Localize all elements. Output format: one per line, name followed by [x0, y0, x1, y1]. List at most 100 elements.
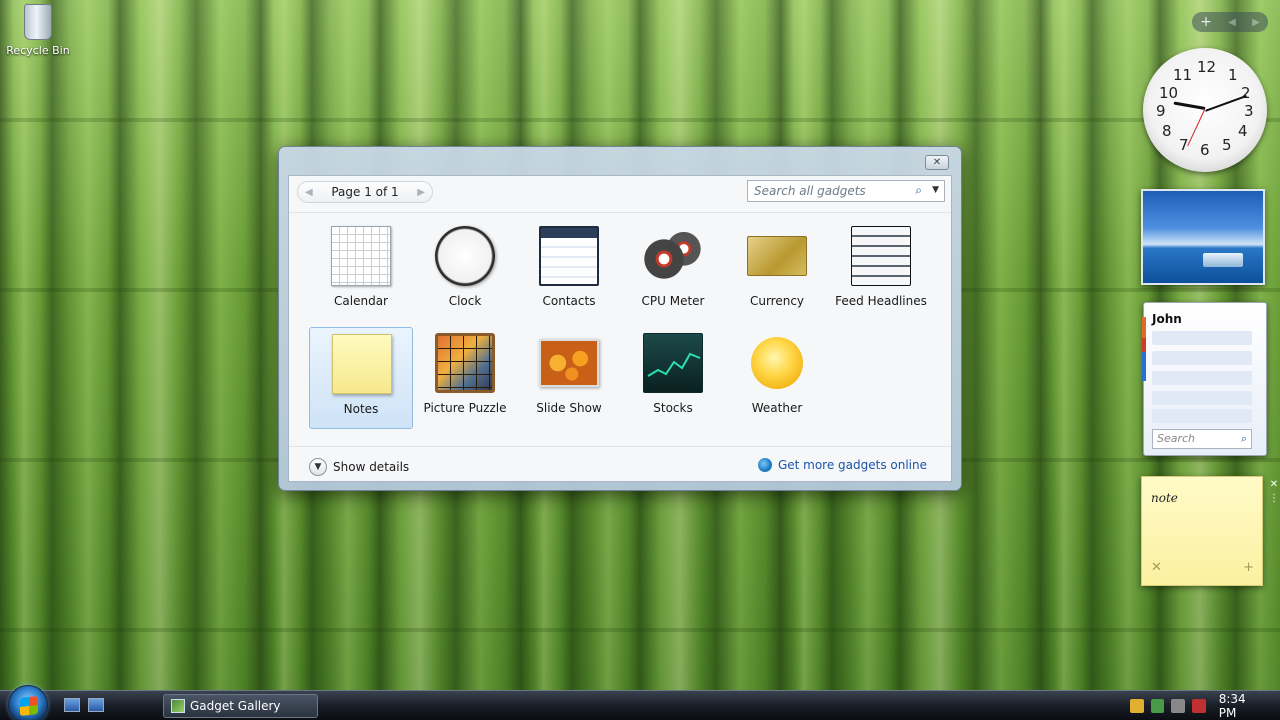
clock-number: 6	[1200, 141, 1210, 159]
gadget-item-feed-headlines[interactable]: Feed Headlines	[829, 220, 933, 322]
search-icon[interactable]: ⌕	[915, 183, 922, 198]
close-gadget-icon[interactable]: ✕	[1268, 478, 1280, 492]
next-gadget-icon[interactable]: ▶	[1252, 17, 1260, 28]
next-page-icon[interactable]: ▶	[417, 187, 425, 198]
taskbar-button-gadget-gallery[interactable]: Gadget Gallery	[163, 694, 318, 718]
gadget-item-currency[interactable]: Currency	[725, 220, 829, 322]
notes-gadget[interactable]: note ✕ +	[1141, 476, 1263, 586]
contact-row	[1152, 409, 1252, 423]
stocks-icon	[643, 333, 703, 393]
contacts-search-placeholder: Search	[1157, 432, 1196, 445]
slide-show-icon	[539, 339, 599, 387]
picture-puzzle-icon	[435, 333, 495, 393]
switch-windows-icon[interactable]	[88, 698, 104, 712]
gadget-label: Feed Headlines	[835, 294, 927, 308]
gallery-search-input[interactable]: Search all gadgets ⌕ ▼	[747, 180, 945, 202]
gadget-label: CPU Meter	[641, 294, 705, 308]
stocks-line-icon	[647, 352, 701, 377]
clock-number: 8	[1162, 122, 1172, 140]
weather-icon	[751, 337, 803, 389]
gadget-gallery-window: ✕ ◀ Page 1 of 1 ▶ Search all gadgets ⌕ ▼…	[278, 146, 962, 491]
gadget-item-notes[interactable]: Notes	[309, 327, 413, 429]
pager-label: Page 1 of 1	[331, 185, 399, 199]
contacts-search-input[interactable]: Search ⌕	[1152, 429, 1252, 449]
gadget-label: Notes	[343, 402, 379, 416]
search-icon[interactable]: ⌕	[1241, 432, 1247, 446]
previous-page-icon[interactable]: ◀	[305, 187, 313, 198]
clock-number: 10	[1159, 84, 1179, 102]
clock-number: 5	[1222, 136, 1232, 154]
gadget-item-stocks[interactable]: Stocks	[621, 327, 725, 429]
gadget-item-cpu-meter[interactable]: CPU Meter	[621, 220, 725, 322]
taskbar: Gadget Gallery 8:34 PM	[0, 685, 1280, 720]
divider	[289, 446, 951, 447]
previous-gadget-icon[interactable]: ◀	[1228, 17, 1236, 28]
close-button[interactable]: ✕	[925, 155, 949, 170]
chevron-down-icon[interactable]: ▼	[932, 185, 939, 195]
recycle-bin-icon	[24, 4, 52, 40]
start-button[interactable]	[8, 685, 48, 720]
gadget-item-weather[interactable]: Weather	[725, 327, 829, 429]
gadget-label: Clock	[448, 294, 482, 308]
currency-icon	[747, 236, 807, 276]
clock-number: 12	[1197, 58, 1217, 76]
show-details-toggle[interactable]: ▼ Show details	[309, 458, 409, 476]
gadget-label: Picture Puzzle	[423, 401, 507, 415]
hour-hand	[1173, 101, 1206, 110]
contacts-tabs	[1142, 317, 1146, 381]
gadget-label: Contacts	[542, 294, 596, 308]
contact-row	[1152, 331, 1252, 345]
gadget-label: Slide Show	[536, 401, 602, 415]
gallery-search-placeholder: Search all gadgets	[754, 184, 866, 198]
divider	[289, 212, 951, 213]
sidebar-controls: + ◀ ▶	[1192, 12, 1268, 32]
gadget-label: Currency	[749, 294, 805, 308]
clock-number: 4	[1238, 122, 1248, 140]
clock-number: 2	[1241, 84, 1251, 102]
add-note-icon[interactable]: +	[1243, 560, 1254, 575]
clock-icon	[435, 226, 495, 286]
show-desktop-icon[interactable]	[64, 698, 80, 712]
clock-number: 11	[1173, 66, 1193, 84]
get-more-gadgets-link[interactable]: Get more gadgets online	[757, 458, 927, 472]
gallery-content: ◀ Page 1 of 1 ▶ Search all gadgets ⌕ ▼ C…	[288, 175, 952, 482]
add-gadget-icon[interactable]: +	[1200, 14, 1212, 30]
gadget-item-picture-puzzle[interactable]: Picture Puzzle	[413, 327, 517, 429]
cpu-meter-icon	[643, 226, 703, 286]
security-shield-icon[interactable]	[1129, 699, 1144, 713]
volume-muted-icon[interactable]	[1192, 699, 1206, 713]
clock-gadget[interactable]: 12 1 2 3 4 5 6 7 8 9 10 11	[1143, 48, 1267, 172]
minute-hand	[1205, 94, 1248, 112]
recycle-bin-shortcut[interactable]: Recycle Bin	[6, 4, 70, 57]
show-details-label: Show details	[333, 460, 410, 474]
gadget-item-slide-show[interactable]: Slide Show	[517, 327, 621, 429]
delete-note-icon[interactable]: ✕	[1151, 560, 1162, 575]
contact-row	[1152, 351, 1252, 365]
gadget-label: Weather	[751, 401, 803, 415]
recycle-bin-label: Recycle Bin	[6, 44, 70, 57]
network-icon[interactable]	[1150, 699, 1165, 713]
calendar-icon	[331, 226, 391, 286]
contacts-icon	[539, 226, 599, 286]
contact-name: John	[1152, 312, 1182, 326]
clock-number: 3	[1244, 102, 1254, 120]
close-icon: ✕	[932, 157, 942, 168]
contact-row	[1152, 391, 1252, 405]
get-more-gadgets-label: Get more gadgets online	[777, 458, 927, 472]
windows-logo-icon	[20, 696, 38, 716]
display-icon[interactable]	[1171, 699, 1186, 713]
drag-gadget-icon[interactable]: ⋮	[1268, 492, 1280, 506]
slide-show-gadget[interactable]	[1141, 189, 1265, 285]
gadget-options: ✕ ⋮	[1268, 478, 1280, 522]
gadget-item-contacts[interactable]: Contacts	[517, 220, 621, 322]
taskbar-button-label: Gadget Gallery	[190, 699, 281, 713]
contacts-gadget[interactable]: John Search ⌕	[1142, 302, 1267, 456]
note-text[interactable]: note	[1151, 491, 1178, 505]
taskbar-clock[interactable]: 8:34 PM	[1219, 692, 1266, 720]
pager: ◀ Page 1 of 1 ▶	[297, 181, 433, 203]
gadget-item-clock[interactable]: Clock	[413, 220, 517, 322]
clock-number: 1	[1228, 66, 1238, 84]
gadget-item-calendar[interactable]: Calendar	[309, 220, 413, 322]
gadget-gallery-icon	[171, 699, 185, 713]
system-tray: 8:34 PM	[1129, 691, 1280, 720]
